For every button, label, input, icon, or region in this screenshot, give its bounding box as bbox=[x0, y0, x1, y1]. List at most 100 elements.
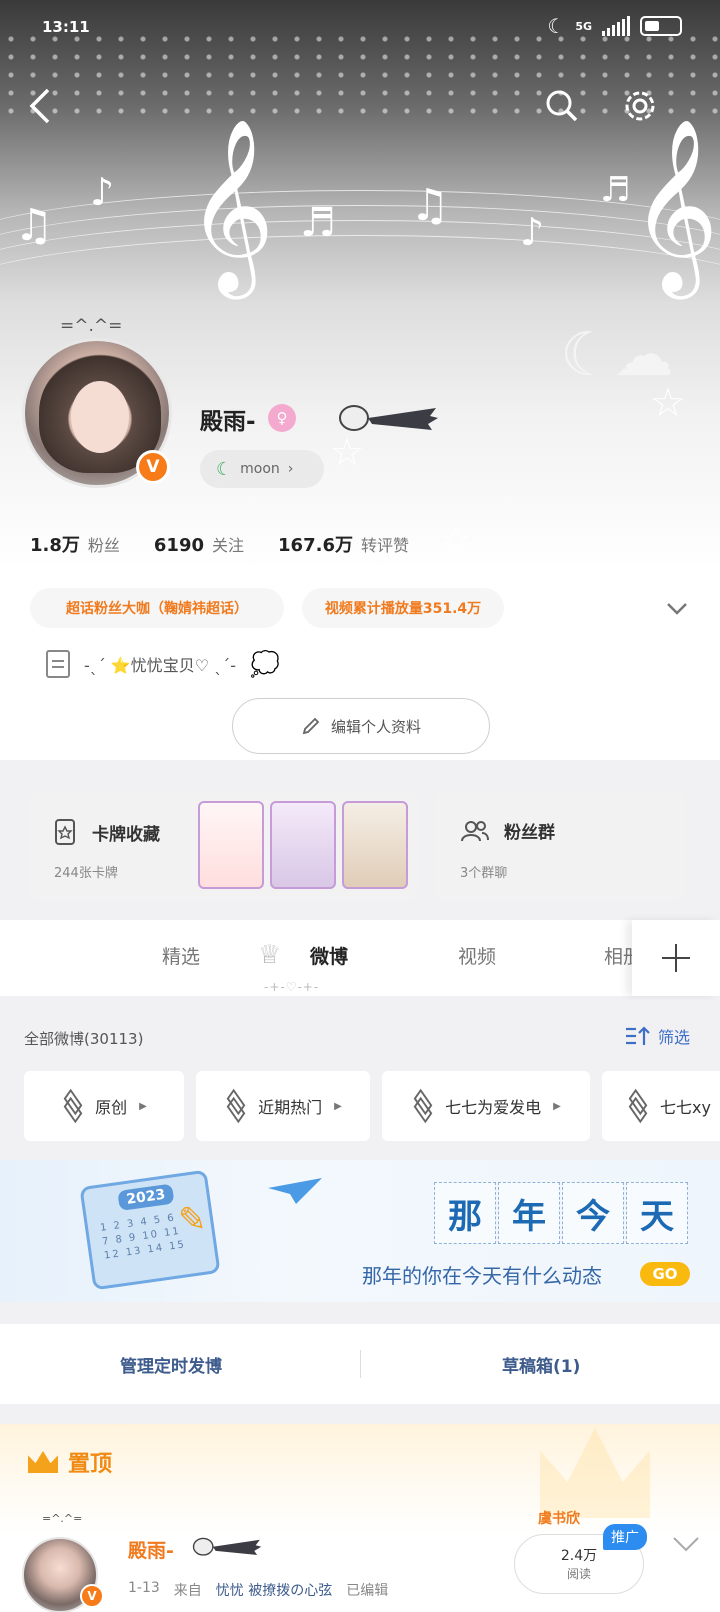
moon-pill[interactable]: ☾ moon › bbox=[200, 450, 324, 488]
document-icon bbox=[46, 650, 70, 678]
pencil-icon bbox=[302, 717, 320, 735]
chip-original[interactable]: 原创 ▶ bbox=[24, 1071, 184, 1141]
layers-icon bbox=[224, 1096, 246, 1116]
post-source[interactable]: 忧忧 被撩拨の心弦 bbox=[216, 1580, 332, 1600]
card-fan-group-subtitle: 3个群聊 bbox=[460, 866, 508, 881]
followers-count[interactable]: 1.8万 bbox=[30, 531, 80, 557]
edit-profile-button[interactable]: 编辑个人资料 bbox=[232, 698, 490, 754]
music-note-icon: ♫ bbox=[14, 200, 54, 251]
chevron-down-icon[interactable] bbox=[665, 596, 689, 620]
post-kaomoji: =^.^= bbox=[42, 1512, 83, 1525]
filter-button[interactable]: 筛选 bbox=[624, 1024, 690, 1048]
signal-icon bbox=[602, 16, 630, 36]
moon-label: moon bbox=[240, 461, 280, 477]
profile-name: 殿雨- bbox=[200, 409, 256, 435]
triangle-right-icon: ▶ bbox=[553, 1100, 561, 1112]
tab-weibo[interactable]: 微博 bbox=[310, 942, 348, 969]
likes-count[interactable]: 167.6万 bbox=[278, 531, 353, 557]
wing-badge-icon bbox=[192, 1537, 262, 1556]
chip-recent-hot[interactable]: 近期热门 ▶ bbox=[196, 1071, 370, 1141]
card-fan-group[interactable] bbox=[434, 791, 686, 901]
following-count[interactable]: 6190 bbox=[154, 535, 204, 556]
likes-label[interactable]: 转评赞 bbox=[361, 532, 409, 556]
post-actions-row: 管理定时发博 草稿箱(1) bbox=[0, 1324, 720, 1404]
profile-tabs: 精选 ♕ 微博 -+-♡-+- 视频 相册 bbox=[0, 920, 720, 996]
search-button[interactable] bbox=[540, 84, 584, 128]
chip-label: 七七xy bbox=[660, 1098, 711, 1117]
music-note-icon: ♬ bbox=[300, 200, 336, 246]
battery-icon bbox=[640, 16, 682, 36]
back-button[interactable] bbox=[18, 84, 62, 128]
card-collection-title: 卡牌收藏 bbox=[92, 824, 160, 845]
banner-char: 那 bbox=[434, 1182, 496, 1244]
status-bar: 13:11 ☾ 5G bbox=[0, 0, 720, 50]
following-label[interactable]: 关注 bbox=[212, 532, 244, 556]
followers-label[interactable]: 粉丝 bbox=[88, 532, 120, 556]
settings-button[interactable] bbox=[618, 84, 662, 128]
verified-badge: V bbox=[136, 450, 170, 484]
chip-label: 七七为爱发电 bbox=[445, 1098, 542, 1117]
filter-label: 筛选 bbox=[658, 1028, 691, 1047]
profile-bio: -ˎˊ ⭐忧忧宝贝♡ ˎˊ- 💭 bbox=[46, 650, 280, 678]
drafts-button[interactable]: 草稿箱(1) bbox=[502, 1352, 580, 1377]
network-label: 5G bbox=[575, 19, 592, 33]
music-note-icon: ♬ bbox=[600, 170, 631, 210]
profile-avatar[interactable]: V bbox=[22, 338, 172, 488]
wing-badge-icon[interactable] bbox=[332, 400, 442, 434]
card-fan-group-title-row: 粉丝群 bbox=[460, 818, 555, 843]
card-collection-title-row: 卡牌收藏 bbox=[54, 818, 160, 846]
card-fan-group-title: 粉丝群 bbox=[504, 823, 555, 843]
group-icon bbox=[461, 820, 489, 841]
card-icon bbox=[55, 819, 75, 845]
music-note-icon: ♪ bbox=[90, 170, 115, 214]
super-fan-tag[interactable]: 超话粉丝大咖（鞠婧祎超话） bbox=[30, 588, 284, 628]
music-note-icon: ♪ bbox=[520, 210, 545, 254]
pinned-header: 置顶 bbox=[28, 1446, 112, 1478]
chevron-down-icon[interactable] bbox=[672, 1534, 700, 1554]
add-tab-button[interactable] bbox=[632, 920, 720, 996]
read-count-label: 阅读 bbox=[566, 1567, 591, 1581]
crown-icon bbox=[28, 1451, 58, 1473]
tab-video[interactable]: 视频 bbox=[458, 942, 496, 969]
banner-char: 今 bbox=[562, 1182, 624, 1244]
ad-name: 虞书欣 bbox=[538, 1511, 580, 1527]
collectible-card-thumb[interactable] bbox=[270, 801, 336, 889]
chip-qiqi-fan-power[interactable]: 七七为爱发电 ▶ bbox=[382, 1071, 590, 1141]
treble-clef-icon: 𝄞 bbox=[186, 118, 275, 292]
post-author[interactable]: 殿雨- bbox=[128, 1536, 174, 1563]
plus-icon bbox=[662, 944, 690, 972]
music-note-icon: ♫ bbox=[410, 180, 450, 231]
card-collection-subtitle: 244张卡牌 bbox=[54, 866, 118, 881]
paper-plane-icon bbox=[268, 1178, 322, 1204]
calendar-year: 2023 bbox=[117, 1183, 175, 1211]
layers-icon bbox=[411, 1096, 433, 1116]
pencil-icon: ✎ bbox=[178, 1200, 207, 1240]
divider bbox=[360, 1350, 361, 1378]
post-from-label: 来自 bbox=[173, 1583, 202, 1599]
scheduled-posts-button[interactable]: 管理定时发博 bbox=[120, 1352, 222, 1377]
go-button[interactable]: GO bbox=[640, 1262, 690, 1286]
all-weibo-count: 全部微博(30113) bbox=[24, 1030, 144, 1048]
chevron-right-icon: › bbox=[287, 461, 294, 477]
collectible-card-thumb[interactable] bbox=[198, 801, 264, 889]
pinned-title: 置顶 bbox=[68, 1452, 113, 1477]
collectible-card-thumb[interactable] bbox=[342, 801, 408, 889]
chip-label: 原创 bbox=[95, 1098, 128, 1117]
chip-qiqi-xy[interactable]: 七七xy bbox=[602, 1071, 720, 1141]
female-icon: ♀ bbox=[268, 404, 296, 432]
promote-badge[interactable]: 推广 bbox=[603, 1524, 647, 1550]
moon-cloud-icon: ☾☁ bbox=[560, 320, 674, 390]
memory-banner[interactable]: 2023 1 2 3 4 5 67 8 9 10 11 12 13 14 15 ✎… bbox=[0, 1160, 720, 1302]
sort-icon bbox=[626, 1026, 650, 1045]
layers-icon bbox=[61, 1096, 83, 1116]
video-plays-tag[interactable]: 视频累计播放量351.4万 bbox=[302, 588, 504, 628]
status-time: 13:11 bbox=[42, 18, 90, 36]
triangle-right-icon: ▶ bbox=[139, 1100, 147, 1112]
post-edited: 已编辑 bbox=[346, 1583, 389, 1599]
banner-char: 天 bbox=[626, 1182, 688, 1244]
avatar-kaomoji: =^.^= bbox=[60, 316, 123, 336]
profile-stats: 1.8万 粉丝 6190 关注 167.6万 转评赞 bbox=[30, 531, 443, 557]
crown-outline-icon: ♕ bbox=[258, 940, 282, 970]
tab-featured[interactable]: 精选 bbox=[162, 942, 200, 969]
edit-profile-label: 编辑个人资料 bbox=[330, 717, 421, 736]
